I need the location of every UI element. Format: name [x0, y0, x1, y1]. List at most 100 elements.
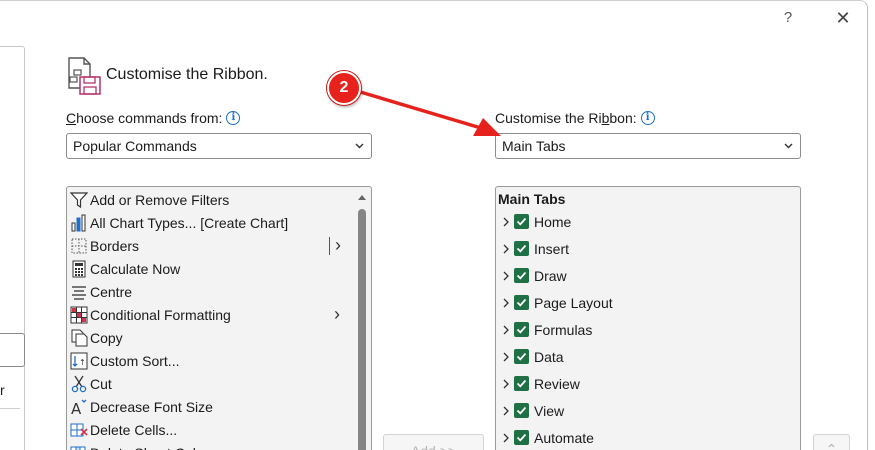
chevron-up-icon: ⌃: [825, 441, 838, 450]
commands-scrollbar[interactable]: [353, 187, 371, 450]
tree-item-tab[interactable]: Review: [496, 370, 796, 397]
list-item[interactable]: Centre: [67, 280, 355, 303]
tree-item-tab[interactable]: Insert: [496, 235, 796, 262]
list-item[interactable]: Delete Cells...: [67, 418, 355, 441]
delete-column-icon: [68, 443, 90, 450]
title-bar: ? ✕: [0, 0, 868, 40]
move-up-button[interactable]: ⌃: [813, 434, 850, 450]
list-item-label: Calculate Now: [90, 260, 181, 277]
chevron-right-icon[interactable]: [501, 298, 511, 308]
customise-ribbon-label: Customise the Ribbon: i: [495, 110, 655, 126]
tree-item-tab[interactable]: Page Layout: [496, 289, 796, 316]
calculator-icon: [68, 259, 90, 279]
borders-icon: [68, 236, 90, 256]
info-icon[interactable]: i: [640, 111, 655, 125]
check-icon: [516, 433, 527, 442]
delete-cells-icon: [68, 420, 90, 440]
tab-checkbox[interactable]: [514, 322, 529, 337]
chevron-right-icon[interactable]: [501, 379, 511, 389]
tree-item-label: Review: [534, 375, 580, 392]
chart-icon: [68, 213, 90, 233]
main-tabs-tree[interactable]: Main Tabs Home Insert Draw Page Layout Formu…: [495, 186, 801, 450]
scroll-thumb[interactable]: [358, 209, 366, 450]
tree-item-tab[interactable]: Formulas: [496, 316, 796, 343]
customise-ribbon-select[interactable]: Main Tabs: [495, 133, 801, 159]
list-item[interactable]: Conditional Formatting: [67, 303, 355, 326]
chevron-right-icon[interactable]: [501, 352, 511, 362]
close-button[interactable]: ✕: [832, 8, 854, 28]
tree-item-tab[interactable]: Data: [496, 343, 796, 370]
list-item[interactable]: A Decrease Font Size: [67, 395, 355, 418]
help-button[interactable]: ?: [778, 8, 798, 28]
list-item[interactable]: Cut: [67, 372, 355, 395]
page-title: Customise the Ribbon.: [106, 66, 268, 83]
list-item[interactable]: Borders: [67, 234, 355, 257]
list-item-label: Custom Sort...: [90, 352, 180, 369]
chevron-right-icon[interactable]: ›: [329, 236, 341, 256]
list-item-label: Centre: [90, 283, 133, 300]
tree-item-label: View: [534, 402, 565, 419]
list-item[interactable]: ↑ Custom Sort...: [67, 349, 355, 372]
nav-partial-field[interactable]: [0, 333, 25, 367]
tab-checkbox[interactable]: [514, 430, 529, 445]
tab-checkbox[interactable]: [514, 268, 529, 283]
list-item[interactable]: Add or Remove Filters: [67, 188, 355, 211]
chevron-right-icon[interactable]: [501, 217, 511, 227]
sort-icon: ↑: [68, 351, 90, 371]
info-icon[interactable]: i: [226, 111, 241, 125]
tab-checkbox[interactable]: [514, 349, 529, 364]
check-icon: [516, 352, 527, 361]
tree-item-tab[interactable]: View: [496, 397, 796, 424]
check-icon: [516, 217, 527, 226]
filter-icon: [68, 190, 90, 210]
tree-item-label: Automate: [534, 429, 594, 446]
choose-commands-select[interactable]: Popular Commands: [66, 133, 372, 159]
add-button[interactable]: Add >>: [383, 434, 484, 450]
chevron-right-icon[interactable]: [501, 433, 511, 443]
list-item[interactable]: Copy: [67, 326, 355, 349]
check-icon: [516, 298, 527, 307]
list-item-label: Delete Sheet Columns: [90, 445, 230, 450]
list-item-label: Conditional Formatting: [90, 306, 231, 323]
annotation-arrow-icon: [355, 89, 501, 136]
list-item-label: Borders: [90, 237, 140, 254]
tab-checkbox[interactable]: [514, 214, 529, 229]
font-size-decrease-icon: A: [68, 397, 90, 417]
chevron-right-icon[interactable]: [501, 244, 511, 254]
tree-group-header: Main Tabs: [498, 191, 566, 207]
chevron-right-icon[interactable]: [501, 325, 511, 335]
tab-checkbox[interactable]: [514, 403, 529, 418]
conditional-formatting-icon: [68, 305, 90, 325]
tree-item-label: Insert: [534, 240, 570, 257]
tab-checkbox[interactable]: [514, 295, 529, 310]
chevron-down-icon: [784, 143, 793, 149]
list-item[interactable]: Delete Sheet Columns: [67, 441, 355, 450]
tree-item-label: Draw: [534, 267, 567, 284]
chevron-right-icon[interactable]: [501, 406, 511, 416]
chevron-right-icon[interactable]: ›: [334, 305, 340, 323]
list-item[interactable]: All Chart Types... [Create Chart]: [67, 211, 355, 234]
customise-ribbon-icon: [68, 57, 101, 95]
check-icon: [516, 244, 527, 253]
tree-item-label: Formulas: [534, 321, 593, 338]
tab-checkbox[interactable]: [514, 376, 529, 391]
list-item-label: Delete Cells...: [90, 421, 178, 438]
tree-item-tab[interactable]: Home: [496, 208, 796, 235]
tree-item-label: Home: [534, 213, 572, 230]
check-icon: [516, 325, 527, 334]
scroll-up-icon[interactable]: [357, 193, 367, 201]
list-item-label: All Chart Types... [Create Chart]: [90, 214, 289, 231]
tree-item-tab[interactable]: Automate: [496, 424, 796, 450]
list-item[interactable]: Calculate Now: [67, 257, 355, 280]
list-item-label: Add or Remove Filters: [90, 191, 230, 208]
choose-commands-label: Choose commands from: i: [66, 110, 241, 126]
align-center-icon: [68, 282, 90, 302]
list-item-label: Copy: [90, 329, 123, 346]
check-icon: [516, 406, 527, 415]
chevron-right-icon[interactable]: [501, 271, 511, 281]
svg-text:A: A: [71, 400, 82, 416]
commands-list[interactable]: Add or Remove Filters All Chart Types... …: [66, 186, 372, 450]
list-item-label: Cut: [90, 375, 112, 392]
tree-item-tab[interactable]: Draw: [496, 262, 796, 289]
tab-checkbox[interactable]: [514, 241, 529, 256]
